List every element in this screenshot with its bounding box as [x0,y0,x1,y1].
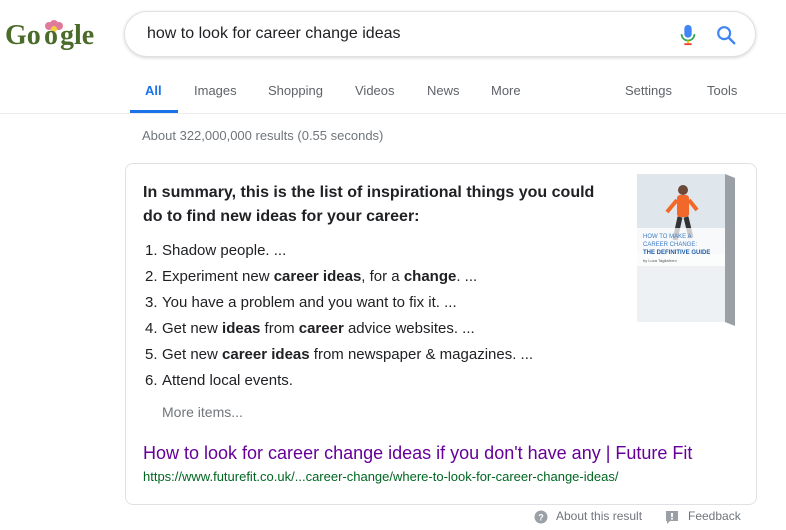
tab-news[interactable]: News [427,83,460,98]
list-item-text: from [260,320,299,337]
more-items-link[interactable]: More items... [162,404,243,420]
list-item-text: . ... [456,268,478,285]
snippet-list-item: 6. Attend local events. [145,368,533,394]
search-tabs: All Images Shopping Videos News More Set… [0,74,786,114]
book-line2: CAREER CHANGE: [643,242,697,248]
tab-images[interactable]: Images [194,83,237,98]
list-item-number: 6. [145,372,158,389]
search-box[interactable]: how to look for career change ideas [124,11,756,57]
svg-text:?: ? [538,513,544,523]
snippet-list-item: 3. You have a problem and you want to fix… [145,290,533,316]
about-this-result-link[interactable]: About this result [556,509,642,523]
feedback-icon[interactable] [665,510,679,524]
list-item-number: 4. [145,320,158,337]
tab-all[interactable]: All [145,83,162,98]
list-item-number: 5. [145,346,158,363]
book-cover-image[interactable]: HOW TO MAKE A CAREER CHANGE: THE DEFINIT… [633,170,743,328]
book-line1: HOW TO MAKE A [643,234,691,240]
list-item-text: advice websites. ... [343,320,475,337]
list-item-text: Attend local events. [162,372,293,389]
feedback-link[interactable]: Feedback [688,509,741,523]
snippet-list: 1. Shadow people. ... 2. Experiment new car… [145,238,533,394]
snippet-list-item: 5. Get new career ideas from newspaper & … [145,342,533,368]
list-item-number: 3. [145,294,158,311]
search-icon[interactable] [715,24,737,46]
snippet-list-item: 1. Shadow people. ... [145,238,533,264]
list-item-text: from newspaper & magazines. ... [309,346,534,363]
list-item-text: Experiment new [162,268,274,285]
book-line3: THE DEFINITIVE GUIDE [643,250,710,256]
search-input[interactable]: how to look for career change ideas [147,25,400,43]
list-item-text: Get new [162,320,223,337]
result-url: https://www.futurefit.co.uk/...career-ch… [143,469,619,484]
microphone-icon[interactable] [679,24,697,46]
snippet-heading: In summary, this is the list of inspirat… [143,184,595,225]
result-title-link[interactable]: How to look for career change ideas if y… [143,443,692,464]
list-item-number: 1. [145,242,158,259]
list-item-text: You have a problem and you want to fix i… [162,294,457,311]
snippet-list-item: 2. Experiment new career ideas, for a cha… [145,264,533,290]
list-item-bold-text: ideas [222,320,261,337]
list-item-bold-text: career [298,320,344,337]
active-tab-indicator [130,110,178,113]
tab-settings[interactable]: Settings [625,83,672,98]
tab-more[interactable]: More [491,83,521,98]
snippet-list-item: 4. Get new ideas from career advice websi… [145,316,533,342]
svg-text:o: o [44,20,58,51]
tab-videos[interactable]: Videos [355,83,395,98]
list-item-bold-text: career ideas [222,346,310,363]
tab-shopping[interactable]: Shopping [268,83,323,98]
help-icon[interactable]: ? [534,510,548,524]
svg-text:gle: gle [60,20,94,51]
list-item-bold-text: career ideas [273,268,362,285]
result-stats: About 322,000,000 results (0.55 seconds) [142,128,384,143]
google-logo[interactable]: Go o gle [5,16,105,56]
list-item-text: Shadow people. ... [162,242,287,259]
list-item-text: , for a [361,268,404,285]
tab-tools[interactable]: Tools [707,83,737,98]
list-item-bold-text: change [403,268,457,285]
svg-text:Go: Go [5,20,41,51]
featured-snippet: In summary, this is the list of inspirat… [125,163,757,505]
list-item-text: Get new [162,346,223,363]
list-item-number: 2. [145,268,158,285]
book-author: by Luca Tagliaferro [643,258,678,263]
